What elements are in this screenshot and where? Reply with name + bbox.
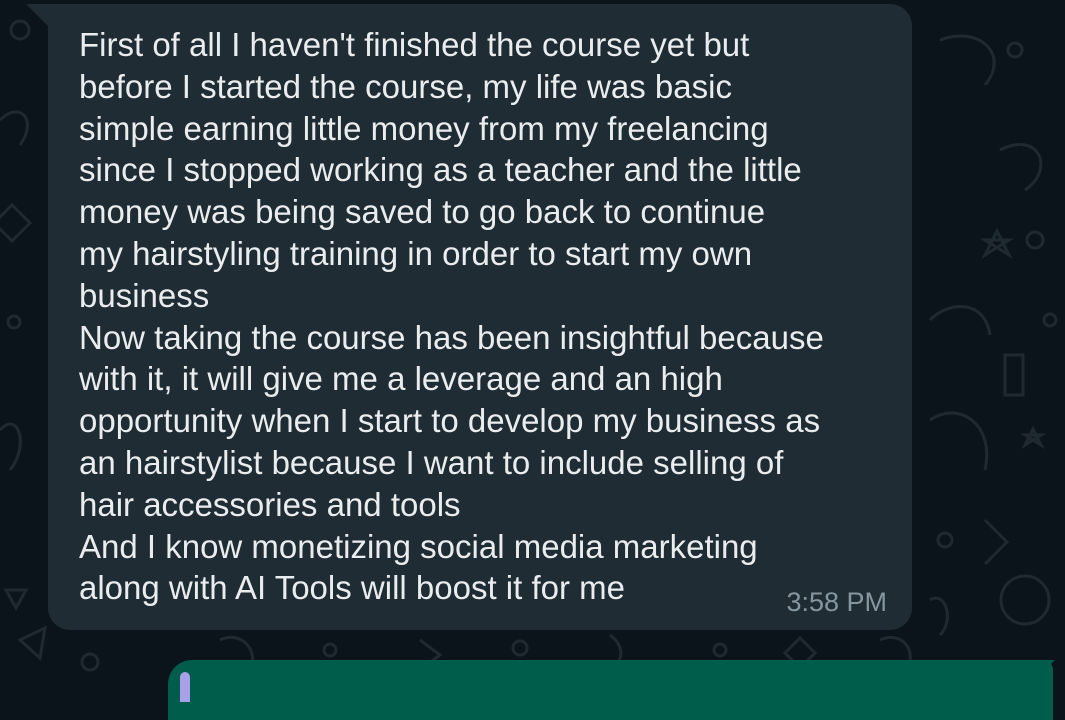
message-text: First of all I haven't finished the cour… <box>79 26 824 607</box>
reply-quote-accent <box>180 672 190 702</box>
incoming-message-bubble[interactable]: First of all I haven't finished the cour… <box>48 4 912 630</box>
outgoing-message-bubble-tail <box>1037 660 1055 678</box>
outgoing-message-bubble[interactable] <box>168 660 1053 720</box>
message-timestamp: 3:58 PM <box>786 587 887 617</box>
